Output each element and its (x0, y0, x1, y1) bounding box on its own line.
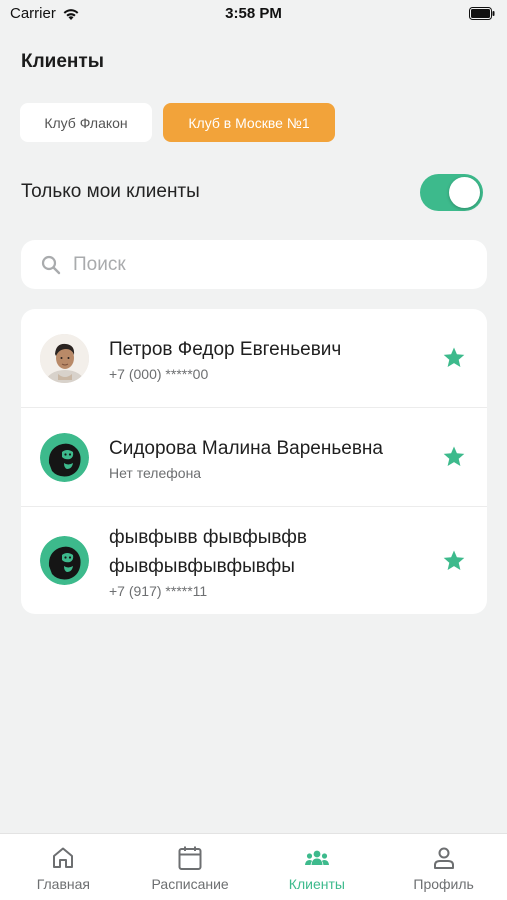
client-name: фывфывв фывфывфв фывфывфывфывфы (109, 526, 307, 577)
club-tabs: Клуб Флакон Клуб в Москве №1 (20, 103, 335, 142)
favorite-star-icon[interactable] (442, 346, 466, 370)
tab-home-label: Главная (36, 876, 91, 892)
tab-schedule[interactable]: Расписание (127, 834, 254, 900)
client-list: Петров Федор Евгеньевич +7 (000) *****00 (21, 309, 487, 614)
only-my-clients-label: Только мои клиенты (21, 181, 200, 202)
favorite-star-icon[interactable] (442, 549, 466, 573)
search-bar[interactable] (21, 240, 487, 289)
avatar-default (40, 432, 89, 482)
avatar-photo (40, 333, 89, 383)
gorilla-logo-icon (40, 432, 89, 482)
clock: 3:58 PM (225, 5, 282, 22)
client-row[interactable]: Петров Федор Евгеньевич +7 (000) *****00 (21, 309, 487, 408)
clients-icon (304, 850, 329, 865)
tab-clients[interactable]: Клиенты (254, 834, 381, 900)
person-photo-icon (40, 333, 89, 383)
tab-home[interactable]: Главная (0, 834, 127, 900)
club-tab-moscow-1[interactable]: Клуб в Москве №1 (163, 103, 335, 142)
client-info: Петров Федор Евгеньевич +7 (000) *****00 (109, 335, 429, 382)
client-row[interactable]: Сидорова Малина Вареньевна Нет телефона (21, 408, 487, 507)
screen: Carrier 3:58 PM Клиенты Клуб Флакон Клуб… (0, 0, 507, 900)
status-bar: Carrier 3:58 PM (0, 0, 507, 30)
search-input[interactable] (73, 253, 433, 276)
battery-icon (469, 7, 495, 20)
search-icon (41, 255, 61, 274)
tab-profile[interactable]: Профиль (380, 834, 507, 900)
client-row[interactable]: фывфывв фывфывфв фывфывфывфывфы +7 (917)… (21, 507, 487, 614)
home-icon (53, 847, 74, 868)
page-title: Клиенты (21, 51, 104, 72)
only-my-clients-row: Только мои клиенты (21, 170, 483, 214)
tab-profile-label: Профиль (413, 876, 474, 892)
favorite-star-icon[interactable] (442, 445, 466, 469)
gorilla-logo-icon (40, 536, 89, 585)
client-info: фывфывв фывфывфв фывфывфывфывфы +7 (917)… (109, 523, 429, 599)
tab-clients-label: Клиенты (288, 876, 345, 892)
client-phone: +7 (917) *****11 (109, 582, 208, 599)
client-phone: +7 (000) *****00 (109, 365, 209, 382)
calendar-icon (178, 846, 202, 870)
bottom-tab-bar: Главная Расписание Клиенты Профиль (0, 833, 507, 900)
client-name: Петров Федор Евгеньевич (109, 338, 342, 360)
avatar-default (40, 536, 89, 585)
club-tab-flakon[interactable]: Клуб Флакон (20, 103, 152, 142)
profile-icon (433, 847, 454, 869)
only-my-clients-toggle[interactable] (420, 173, 483, 211)
toggle-knob (449, 176, 480, 208)
client-phone: Нет телефона (109, 464, 202, 481)
client-info: Сидорова Малина Вареньевна Нет телефона (109, 434, 429, 481)
client-name: Сидорова Малина Вареньевна (109, 437, 383, 459)
tab-schedule-label: Расписание (151, 876, 229, 892)
